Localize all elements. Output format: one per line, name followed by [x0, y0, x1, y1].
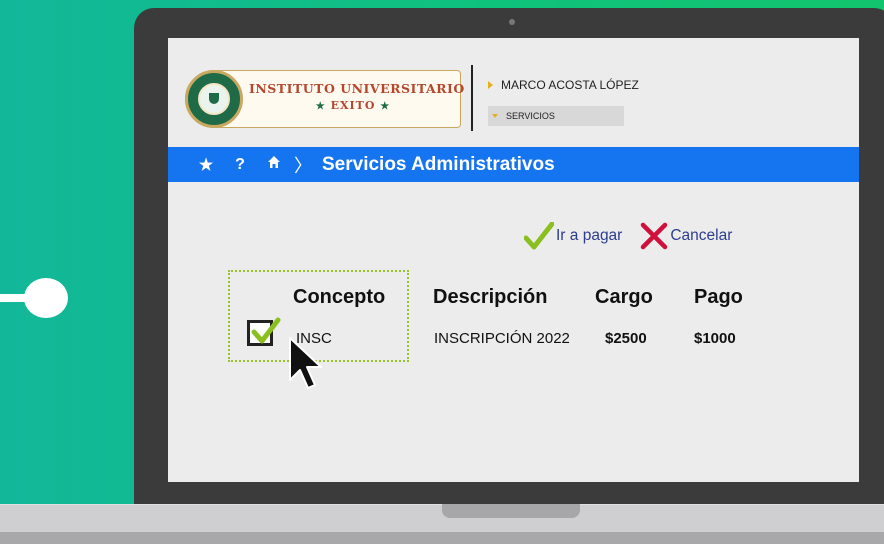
school-logo[interactable]: INSTITUTO UNIVERSITARIO ★ EXITO ★	[185, 70, 465, 128]
page-title: Servicios Administrativos	[322, 153, 555, 175]
school-name: INSTITUTO UNIVERSITARIO	[249, 81, 465, 96]
column-header-descripcion[interactable]: Descripción	[433, 286, 547, 309]
services-label: SERVICIOS	[506, 111, 555, 121]
laptop-screen: INSTITUTO UNIVERSITARIO ★ EXITO ★ MARCO …	[168, 38, 859, 482]
pay-button[interactable]: Ir a pagar	[524, 222, 622, 250]
user-menu[interactable]: MARCO ACOSTA LÓPEZ	[488, 78, 639, 92]
shield-icon	[209, 93, 219, 104]
navigation-bar: ★ ? 〉 Servicios Administrativos	[168, 147, 859, 182]
cancel-button-label: Cancelar	[670, 227, 733, 244]
star-icon: ★	[380, 101, 391, 112]
help-icon[interactable]: ?	[232, 156, 248, 174]
caret-right-icon	[488, 81, 493, 89]
column-header-cargo[interactable]: Cargo	[595, 286, 653, 309]
pay-button-label: Ir a pagar	[556, 227, 623, 244]
laptop-base-bottom	[0, 532, 884, 544]
checkmark-icon	[524, 222, 554, 250]
caret-down-icon	[492, 114, 498, 118]
cell-cargo: $2500	[605, 330, 647, 347]
header-divider	[471, 65, 473, 131]
cell-descripcion: INSCRIPCIÓN 2022	[434, 330, 570, 347]
school-seal-icon	[185, 70, 243, 128]
user-name: MARCO ACOSTA LÓPEZ	[501, 78, 639, 92]
checkmark-icon	[251, 317, 281, 344]
cancel-button[interactable]: Cancelar	[640, 222, 732, 250]
home-icon[interactable]	[266, 155, 282, 174]
trackpad-notch	[442, 504, 580, 518]
column-header-concepto[interactable]: Concepto	[293, 286, 385, 309]
star-icon[interactable]: ★	[198, 155, 214, 175]
mouse-cursor-icon	[289, 337, 322, 389]
close-icon	[641, 222, 668, 250]
seal-inner	[198, 83, 230, 115]
star-icon: ★	[315, 101, 326, 112]
breadcrumb-separator-icon: 〉	[294, 155, 312, 176]
services-dropdown[interactable]: SERVICIOS	[488, 106, 624, 126]
cell-pago: $1000	[694, 330, 736, 347]
camera-dot	[509, 19, 515, 25]
school-subtitle: EXITO	[330, 99, 376, 112]
school-subtitle-row: ★ EXITO ★	[249, 99, 457, 112]
column-header-pago[interactable]: Pago	[694, 286, 743, 309]
connector-dot	[24, 278, 68, 318]
action-bar: Ir a pagar Cancelar	[524, 222, 732, 250]
